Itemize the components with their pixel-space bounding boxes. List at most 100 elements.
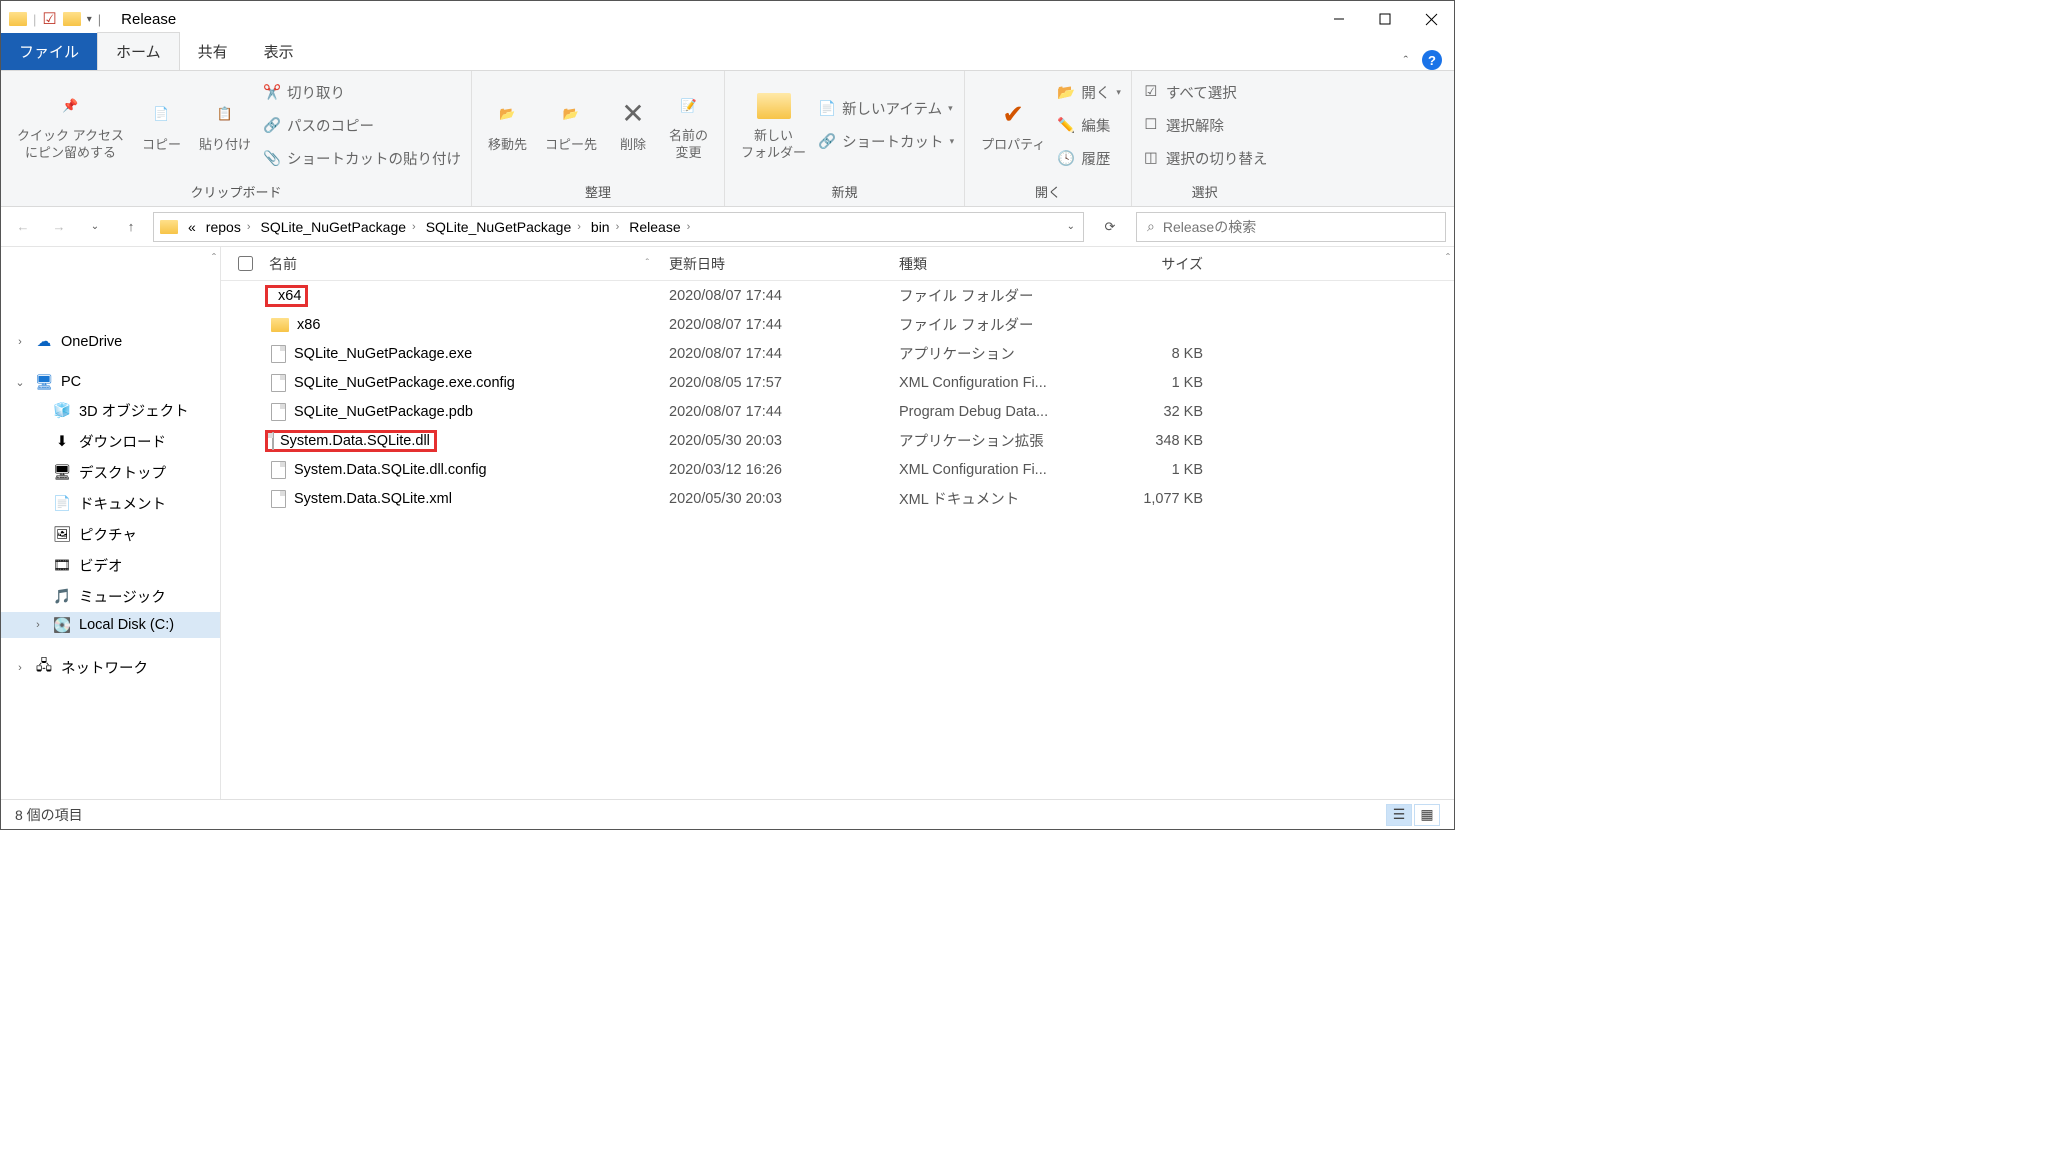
file-row[interactable]: SQLite_NuGetPackage.pdb 2020/08/07 17:44… (221, 397, 1454, 426)
file-row[interactable]: x64 2020/08/07 17:44 ファイル フォルダー (221, 281, 1454, 310)
tree-item[interactable]: 🎵ミュージック (1, 581, 220, 612)
qat-dropdown-icon[interactable]: ▾ (87, 14, 92, 25)
tree-item[interactable]: 🎞ビデオ (1, 550, 220, 581)
crumb-bin[interactable]: bin› (587, 217, 623, 237)
new-shortcut-button[interactable]: 🔗ショートカット▾ (818, 127, 954, 156)
crumb-2[interactable]: SQLite_NuGetPackage› (422, 217, 585, 237)
history-button[interactable]: 🕓履歴 (1057, 144, 1121, 173)
column-headers: 名前ˆ 更新日時 種類 サイズ (221, 247, 1454, 281)
column-type[interactable]: 種類 (899, 254, 1099, 274)
copy-to-button[interactable]: 📂コピー先 (539, 93, 603, 158)
qat-separator-icon: | (33, 12, 36, 27)
edit-button[interactable]: ✏️編集 (1057, 111, 1121, 140)
navigation-pane: ˆ ›☁OneDrive ⌄🖥PC 🧊3D オブジェクト⬇ダウンロード🖥デスクト… (1, 247, 221, 799)
tab-view[interactable]: 表示 (246, 33, 312, 70)
nav-up-button[interactable]: ↑ (117, 213, 145, 241)
ribbon-group-select: ☑すべて選択 ☐選択解除 ◫選択の切り替え 選択 (1132, 71, 1278, 206)
tree-item[interactable]: 🧊3D オブジェクト (1, 395, 220, 426)
pin-to-quickaccess-button[interactable]: 📌クイック アクセス にピン留めする (11, 84, 130, 166)
cut-button[interactable]: ✂️切り取り (263, 78, 461, 107)
ribbon-collapse-icon[interactable]: ˆ (1404, 53, 1408, 68)
file-row[interactable]: x86 2020/08/07 17:44 ファイル フォルダー (221, 310, 1454, 339)
refresh-button[interactable]: ⟳ (1092, 212, 1128, 242)
qat-folder-icon (9, 12, 27, 26)
file-icon (271, 490, 286, 508)
status-bar: 8 個の項目 ☰ ▦ (1, 799, 1454, 829)
crumb-1[interactable]: SQLite_NuGetPackage› (257, 217, 420, 237)
file-row[interactable]: SQLite_NuGetPackage.exe 2020/08/07 17:44… (221, 339, 1454, 368)
minimize-button[interactable] (1316, 4, 1362, 34)
tree-network[interactable]: ›🖧ネットワーク (1, 652, 220, 683)
status-item-count: 8 個の項目 (15, 805, 83, 825)
select-all-button[interactable]: ☑すべて選択 (1142, 78, 1268, 107)
search-icon: ⌕ (1147, 218, 1155, 235)
invert-selection-button[interactable]: ◫選択の切り替え (1142, 144, 1268, 173)
delete-button[interactable]: ✕削除 (609, 93, 657, 158)
close-button[interactable] (1408, 4, 1454, 34)
tree-item[interactable]: 🖥デスクトップ (1, 457, 220, 488)
tree-pc[interactable]: ⌄🖥PC (1, 369, 220, 395)
address-box[interactable]: « repos› SQLite_NuGetPackage› SQLite_NuG… (153, 212, 1084, 242)
crumb-release[interactable]: Release› (625, 217, 694, 237)
file-row[interactable]: System.Data.SQLite.dll 2020/05/30 20:03 … (221, 426, 1454, 455)
list-scroll-up-icon[interactable]: ˆ (1446, 251, 1450, 265)
qat-properties-icon[interactable]: ☑ (42, 9, 56, 29)
nav-forward-button[interactable]: → (45, 213, 73, 241)
file-row[interactable]: System.Data.SQLite.xml 2020/05/30 20:03 … (221, 484, 1454, 513)
tree-item[interactable]: 📄ドキュメント (1, 488, 220, 519)
crumb-repos[interactable]: repos› (202, 217, 255, 237)
file-icon (271, 461, 286, 479)
new-item-button[interactable]: 📄新しいアイテム▾ (818, 94, 954, 123)
properties-button[interactable]: ✔プロパティ (975, 93, 1051, 158)
select-none-button[interactable]: ☐選択解除 (1142, 111, 1268, 140)
titlebar: | ☑ ▾ | Release (1, 1, 1454, 37)
file-icon (271, 345, 286, 363)
tab-home[interactable]: ホーム (97, 32, 180, 70)
column-name[interactable]: 名前ˆ (269, 254, 669, 274)
paste-shortcut-button[interactable]: 📎ショートカットの貼り付け (263, 144, 461, 173)
file-row[interactable]: SQLite_NuGetPackage.exe.config 2020/08/0… (221, 368, 1454, 397)
window-title: Release (121, 11, 176, 28)
file-list-pane: ˆ 名前ˆ 更新日時 種類 サイズ x64 2020/08/07 17:44 フ… (221, 247, 1454, 799)
tab-share[interactable]: 共有 (180, 33, 246, 70)
help-icon[interactable]: ? (1422, 50, 1442, 70)
tree-onedrive[interactable]: ›☁OneDrive (1, 329, 220, 355)
address-dropdown-icon[interactable]: ⌄ (1067, 221, 1075, 232)
ribbon-group-clipboard: 📌クイック アクセス にピン留めする 📄コピー 📋貼り付け ✂️切り取り 🔗パス… (1, 71, 472, 206)
rename-button[interactable]: 📝名前の 変更 (663, 84, 714, 166)
address-folder-icon (160, 220, 178, 234)
view-details-button[interactable]: ☰ (1386, 804, 1412, 826)
move-to-button[interactable]: 📂移動先 (482, 93, 533, 158)
qat-newfolder-icon[interactable] (63, 12, 81, 26)
view-thumbnails-button[interactable]: ▦ (1414, 804, 1440, 826)
paste-button[interactable]: 📋貼り付け (193, 93, 257, 158)
column-date[interactable]: 更新日時 (669, 254, 899, 274)
address-bar: ← → ⌄ ↑ « repos› SQLite_NuGetPackage› SQ… (1, 207, 1454, 247)
folder-icon (271, 318, 289, 332)
copy-button[interactable]: 📄コピー (136, 93, 187, 158)
ribbon-tabs: ファイル ホーム 共有 表示 ˆ ? (1, 37, 1454, 71)
file-icon (271, 374, 286, 392)
tree-item[interactable]: ⬇ダウンロード (1, 426, 220, 457)
nav-back-button[interactable]: ← (9, 213, 37, 241)
select-all-checkbox[interactable] (238, 256, 253, 271)
ribbon-group-open: ✔プロパティ 📂開く▾ ✏️編集 🕓履歴 開く (965, 71, 1132, 206)
nav-recent-button[interactable]: ⌄ (81, 213, 109, 241)
open-button[interactable]: 📂開く▾ (1057, 78, 1121, 107)
file-icon (271, 403, 286, 421)
ribbon-group-new: 新しい フォルダー 📄新しいアイテム▾ 🔗ショートカット▾ 新規 (725, 71, 965, 206)
tree-item[interactable]: 🖼ピクチャ (1, 519, 220, 550)
tab-file[interactable]: ファイル (1, 33, 97, 70)
copy-path-button[interactable]: 🔗パスのコピー (263, 111, 461, 140)
column-size[interactable]: サイズ (1099, 254, 1219, 274)
file-icon (272, 432, 274, 450)
new-folder-button[interactable]: 新しい フォルダー (735, 84, 812, 166)
tree-item[interactable]: ›💽Local Disk (C:) (1, 612, 220, 638)
ribbon: 📌クイック アクセス にピン留めする 📄コピー 📋貼り付け ✂️切り取り 🔗パス… (1, 71, 1454, 207)
maximize-button[interactable] (1362, 4, 1408, 34)
search-box[interactable]: ⌕ Releaseの検索 (1136, 212, 1446, 242)
ribbon-group-organize: 📂移動先 📂コピー先 ✕削除 📝名前の 変更 整理 (472, 71, 725, 206)
nav-scroll-up-icon[interactable]: ˆ (212, 251, 216, 265)
file-row[interactable]: System.Data.SQLite.dll.config 2020/03/12… (221, 455, 1454, 484)
explorer-window: | ☑ ▾ | Release ファイル ホーム 共有 表示 ˆ ? 📌クイック… (0, 0, 1455, 830)
